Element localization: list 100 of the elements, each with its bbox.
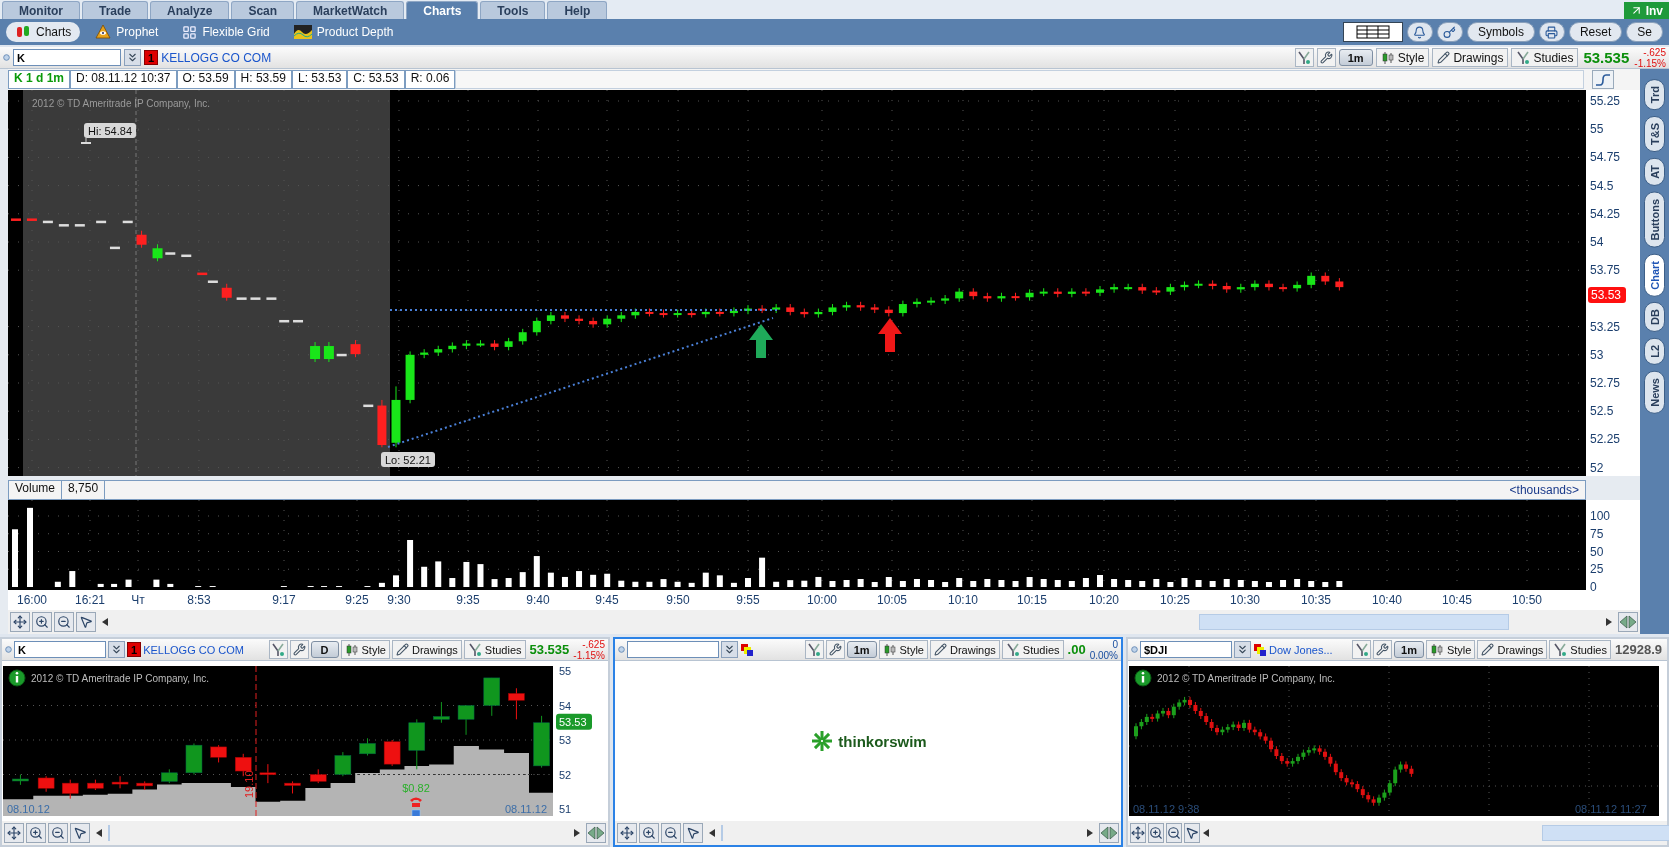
drawings-button[interactable]: Drawings <box>930 640 1000 659</box>
link-badge[interactable]: 1 <box>144 50 159 65</box>
toolbar-button[interactable]: Se <box>1626 22 1663 42</box>
time-label: 10:15 <box>1017 593 1047 607</box>
date-marker: 19.10 <box>243 770 255 798</box>
menu-tab[interactable]: Help <box>547 1 608 19</box>
current-price-badge: 53.53 <box>556 713 592 730</box>
side-tab[interactable]: Trd <box>1644 79 1665 111</box>
axis-label: 52 <box>1590 460 1604 475</box>
symbol-field[interactable]: $DJI <box>1140 641 1232 658</box>
aggregation-button[interactable]: 1m <box>846 641 877 658</box>
sub-tab[interactable]: Prophet <box>86 22 168 42</box>
side-tab[interactable]: AT <box>1644 158 1665 186</box>
bar-info: R: 0.06 <box>404 70 456 89</box>
menu-tab[interactable]: Analyze <box>150 1 230 19</box>
copyright-text: 2012 © TD Ameritrade IP Company, Inc. <box>1157 673 1335 684</box>
axis-label: 54 <box>559 699 572 712</box>
last-price: .00 <box>1066 642 1087 657</box>
menu-tab[interactable]: Tools <box>480 1 546 19</box>
axis-label: 53.75 <box>1590 263 1621 278</box>
symbol-field[interactable]: K <box>14 641 106 658</box>
aggregation-button[interactable]: 1m <box>1394 641 1424 658</box>
corner-button[interactable]: Inv <box>1623 2 1669 19</box>
date-label: 08.10.12 <box>7 803 50 815</box>
price-change: 0 <box>1112 638 1118 650</box>
side-tab[interactable]: T&S <box>1644 116 1665 153</box>
axis-label: 52.25 <box>1590 432 1621 447</box>
axis-label: 55 <box>1590 122 1604 137</box>
drawings-button[interactable]: Drawings <box>392 640 462 659</box>
symbols-button[interactable]: Symbols <box>1466 22 1535 42</box>
time-label: 10:05 <box>877 593 907 607</box>
copyright-text: 2012 © TD Ameritrade IP Company, Inc. <box>32 98 210 109</box>
price-change: -.625 <box>582 638 605 650</box>
axis-label: 52.75 <box>1590 376 1621 390</box>
time-label: 16:21 <box>75 593 105 607</box>
logo-text: thinkorswim <box>838 732 927 750</box>
menu-tab[interactable]: Charts <box>406 1 479 19</box>
aggregation-button[interactable]: D <box>310 641 339 658</box>
time-label: 9:40 <box>526 593 550 607</box>
style-button[interactable]: Style <box>340 640 390 659</box>
time-label: 9:35 <box>456 593 480 607</box>
bar-info: H: 53.59 <box>234 70 292 89</box>
sub-tab[interactable]: Product Depth <box>284 22 403 42</box>
volume-units: <thousands> <box>1508 483 1580 497</box>
time-label: 8:53 <box>187 593 211 607</box>
time-label: 9:50 <box>666 593 690 607</box>
axis-label: 100 <box>1590 509 1611 523</box>
symbol-description[interactable]: KELLOGG CO COM <box>161 50 272 65</box>
time-label: 9:17 <box>272 593 296 607</box>
menu-tab[interactable]: MarketWatch <box>296 1 405 19</box>
aggregation-button[interactable]: 1m <box>1338 49 1373 66</box>
date-label: 08.11.12 9:38 <box>1133 803 1200 815</box>
drawings-button[interactable]: Drawings <box>1432 48 1509 67</box>
side-tab[interactable]: Buttons <box>1644 192 1665 248</box>
menu-tab[interactable]: Scan <box>231 1 295 19</box>
axis-label: 53 <box>559 734 572 746</box>
sub-tab[interactable]: Charts <box>6 22 81 42</box>
time-label: 10:45 <box>1442 593 1472 607</box>
last-price: 53.535 <box>528 642 571 657</box>
link-badge[interactable]: 1 <box>127 642 142 657</box>
bar-info: D: 08.11.12 10:37 <box>70 70 177 89</box>
bar-info: O: 53.59 <box>176 70 235 89</box>
menu-tab[interactable]: Monitor <box>2 1 80 19</box>
side-tab[interactable]: L2 <box>1644 338 1665 365</box>
studies-button[interactable]: Studies <box>1511 48 1579 67</box>
time-label: 9:25 <box>345 593 369 607</box>
time-label: 9:45 <box>595 593 619 607</box>
bar-info: C: 53.53 <box>347 70 405 89</box>
studies-button[interactable]: Studies <box>463 640 526 659</box>
style-button[interactable]: Style <box>878 640 928 659</box>
style-button[interactable]: Style <box>1425 640 1476 659</box>
axis-label: 53 <box>1590 347 1604 362</box>
symbol-description[interactable]: KELLOGG CO COM <box>143 643 244 656</box>
sub-tab[interactable]: Flexible Grid <box>173 22 279 42</box>
axis-label: 54.75 <box>1590 150 1621 165</box>
time-label: 10:40 <box>1372 593 1402 607</box>
price-label: Lo: 52.21 <box>381 452 435 467</box>
reset-button[interactable]: Reset <box>1568 22 1623 42</box>
date-label: 08.11.12 11:27 <box>1575 803 1647 815</box>
menu-tab[interactable]: Trade <box>82 1 148 19</box>
studies-button[interactable]: Studies <box>1001 640 1064 659</box>
axis-label: 50 <box>1590 544 1604 559</box>
axis-label: 25 <box>1590 562 1604 577</box>
symbol-field[interactable]: K <box>13 49 121 66</box>
side-tab[interactable]: DB <box>1644 302 1665 333</box>
volume-label: Volume <box>9 481 63 499</box>
side-tab[interactable]: News <box>1644 371 1665 414</box>
time-label: 10:20 <box>1089 593 1119 607</box>
axis-label: 55.25 <box>1590 94 1621 108</box>
volume-value: 8,750 <box>62 481 106 499</box>
axis-label: 52.5 <box>1590 404 1614 419</box>
bar-info: L: 53.53 <box>291 70 348 89</box>
symbol-description[interactable]: Dow Jones... <box>1269 643 1333 656</box>
side-tab[interactable]: Chart <box>1644 253 1665 297</box>
style-button[interactable]: Style <box>1375 48 1430 67</box>
time-label: 10:50 <box>1512 593 1542 607</box>
time-label: Чт <box>131 593 145 607</box>
drawings-button[interactable]: Drawings <box>1477 640 1548 659</box>
studies-button[interactable]: Studies <box>1549 640 1611 659</box>
time-label: 9:30 <box>387 593 411 607</box>
